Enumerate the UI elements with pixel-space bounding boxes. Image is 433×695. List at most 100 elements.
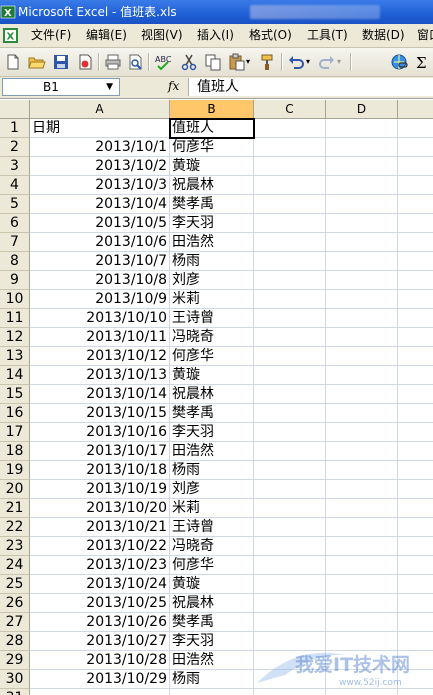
cell-empty[interactable] [398,214,433,233]
cell-empty[interactable] [398,195,433,214]
cell-person[interactable]: 祝晨林 [170,594,254,613]
cell-person[interactable]: 田浩然 [170,233,254,252]
cell-empty[interactable] [398,119,433,138]
row-header[interactable]: 8 [0,252,30,271]
cell-person[interactable]: 樊孝禹 [170,404,254,423]
row-header[interactable]: 1 [0,119,30,138]
print-icon[interactable] [104,53,122,71]
cell-date[interactable]: 2013/10/28 [30,651,170,670]
cell-empty[interactable] [326,442,398,461]
cell-empty[interactable] [398,556,433,575]
insert-function-icon[interactable]: fx [168,79,179,93]
cell-date[interactable]: 2013/10/14 [30,385,170,404]
cell-empty[interactable] [326,233,398,252]
column-header-d[interactable]: D [326,100,398,119]
cell-date[interactable]: 2013/10/7 [30,252,170,271]
cell-empty[interactable] [254,271,326,290]
cell-date[interactable]: 2013/10/10 [30,309,170,328]
cell-empty[interactable] [326,670,398,689]
row-header[interactable]: 15 [0,385,30,404]
cell-empty[interactable] [326,518,398,537]
row-header[interactable]: 24 [0,556,30,575]
row-header[interactable]: 12 [0,328,30,347]
cell-empty[interactable] [326,214,398,233]
cell-empty[interactable] [326,347,398,366]
open-icon[interactable] [28,53,46,71]
cell-empty[interactable] [398,138,433,157]
cell-empty[interactable] [254,214,326,233]
cell-empty[interactable] [254,366,326,385]
cell-person[interactable]: 值班人 [169,118,255,139]
row-header[interactable]: 5 [0,195,30,214]
cell-empty[interactable] [326,689,398,695]
cell-empty[interactable] [326,423,398,442]
cell-empty[interactable] [398,461,433,480]
cell-empty[interactable] [398,632,433,651]
cell-empty[interactable] [254,119,326,138]
menu-view[interactable]: 视图(V) [139,24,185,47]
cell-empty[interactable] [254,613,326,632]
cell-empty[interactable] [398,689,433,695]
cell-person[interactable]: 何彦华 [170,556,254,575]
cell-empty[interactable] [398,518,433,537]
cell-empty[interactable] [254,594,326,613]
cell-empty[interactable] [398,233,433,252]
cell-person[interactable]: 田浩然 [170,651,254,670]
cell-empty[interactable] [398,347,433,366]
cell-date[interactable]: 2013/10/9 [30,290,170,309]
cell-person[interactable]: 刘彦 [170,271,254,290]
cell-person[interactable]: 李天羽 [170,423,254,442]
row-header[interactable]: 25 [0,575,30,594]
cell-empty[interactable] [326,290,398,309]
cut-icon[interactable] [180,53,198,71]
cell-empty[interactable] [254,537,326,556]
cell-date[interactable]: 2013/10/26 [30,613,170,632]
cell-empty[interactable] [398,157,433,176]
row-header[interactable]: 6 [0,214,30,233]
cell-person[interactable]: 米莉 [170,290,254,309]
cell-empty[interactable] [326,195,398,214]
cell-empty[interactable] [254,252,326,271]
menu-window[interactable]: 窗口 [415,24,433,47]
cell-empty[interactable] [254,157,326,176]
cell-empty[interactable] [254,404,326,423]
autosum-icon[interactable]: Σ [414,53,432,71]
cell-person[interactable]: 祝晨林 [170,385,254,404]
cell-person[interactable]: 李天羽 [170,632,254,651]
cell-empty[interactable] [398,651,433,670]
cell-person[interactable]: 祝晨林 [170,176,254,195]
menu-insert[interactable]: 插入(I) [195,24,236,47]
cell-person[interactable]: 冯晓奇 [170,537,254,556]
save-icon[interactable] [52,53,70,71]
cell-date[interactable] [30,689,170,695]
cell-empty[interactable] [254,442,326,461]
cell-person[interactable]: 樊孝禹 [170,613,254,632]
hyperlink-icon[interactable] [390,53,408,71]
cell-empty[interactable] [326,461,398,480]
cell-date[interactable]: 2013/10/29 [30,670,170,689]
cell-empty[interactable] [326,404,398,423]
cell-empty[interactable] [326,632,398,651]
cell-empty[interactable] [254,651,326,670]
row-header[interactable]: 30 [0,670,30,689]
paste-dropdown-icon[interactable]: ▾ [246,53,254,71]
cell-empty[interactable] [254,480,326,499]
row-header[interactable]: 23 [0,537,30,556]
cell-empty[interactable] [326,575,398,594]
cell-empty[interactable] [398,271,433,290]
cell-date[interactable]: 2013/10/2 [30,157,170,176]
menu-edit[interactable]: 编辑(E) [84,24,129,47]
cell-empty[interactable] [398,252,433,271]
row-header[interactable]: 29 [0,651,30,670]
cell-person[interactable]: 田浩然 [170,442,254,461]
cell-empty[interactable] [398,442,433,461]
cell-person[interactable]: 刘彦 [170,480,254,499]
name-box[interactable]: B1 ▼ [2,78,120,96]
cell-date[interactable]: 2013/10/19 [30,480,170,499]
cell-empty[interactable] [326,271,398,290]
cell-empty[interactable] [326,366,398,385]
cell-date[interactable]: 2013/10/15 [30,404,170,423]
cell-empty[interactable] [398,290,433,309]
format-painter-icon[interactable] [259,53,277,71]
column-header-a[interactable]: A [30,100,170,119]
